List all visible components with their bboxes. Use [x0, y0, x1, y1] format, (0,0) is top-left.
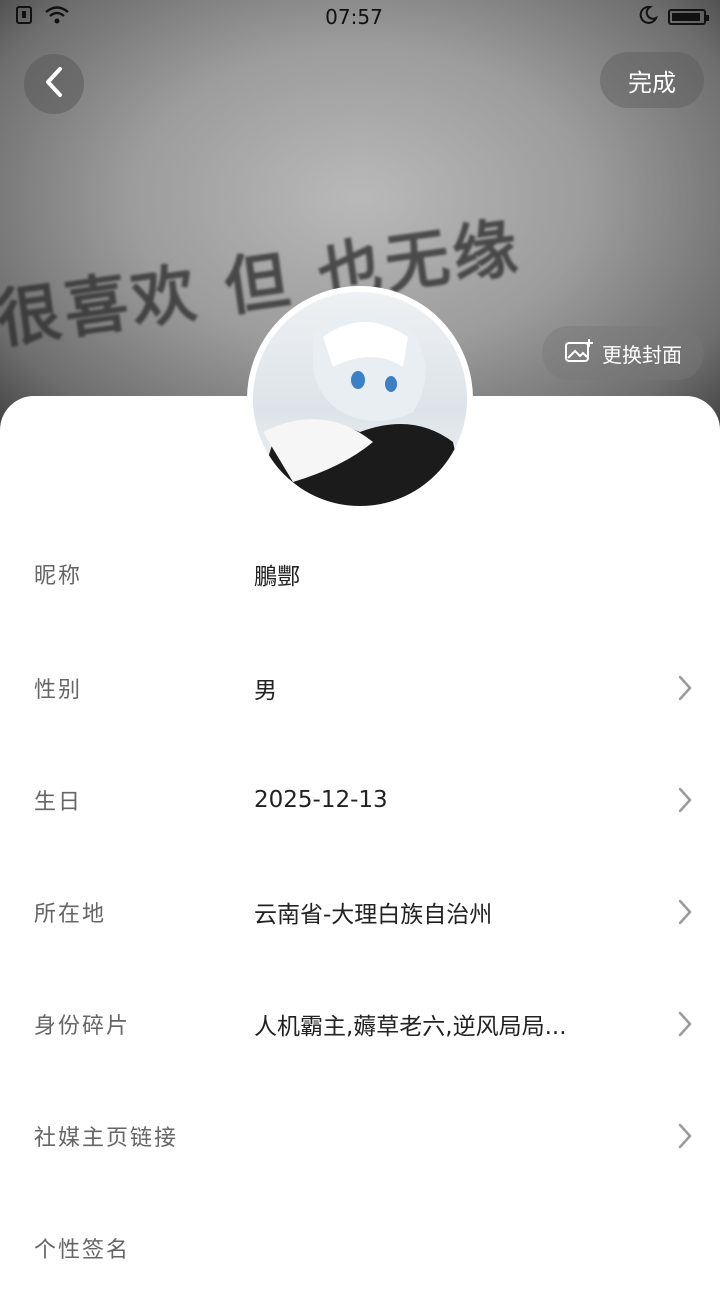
avatar[interactable] — [247, 286, 473, 512]
chevron-right-icon — [650, 898, 720, 926]
row-value: 鵬酆 — [254, 564, 300, 590]
status-bar: 07:57 — [0, 0, 720, 34]
row-label: 性别 — [34, 678, 83, 703]
battery-icon — [667, 9, 709, 25]
chevron-right-icon — [650, 1010, 720, 1038]
profile-row-gender[interactable]: 性别 男 — [0, 632, 720, 744]
profile-row-social-links[interactable]: 社媒主页链接 — [0, 1080, 720, 1192]
row-label: 身份碎片 — [34, 1014, 131, 1039]
done-button[interactable]: 完成 — [600, 52, 704, 108]
avatar-image — [253, 292, 467, 506]
profile-row-location[interactable]: 所在地 云南省-大理白族自治州 — [0, 856, 720, 968]
sim-icon — [14, 5, 34, 30]
profile-row-nickname[interactable]: 昵称 鵬酆 — [0, 518, 720, 630]
row-label: 昵称 — [34, 564, 83, 589]
chevron-right-icon — [650, 1122, 720, 1150]
row-label: 社媒主页链接 — [34, 1126, 179, 1151]
row-value: 人机霸主,薅草老六,逆风局局... — [254, 1014, 567, 1040]
change-cover-label: 更换封面 — [602, 342, 682, 367]
change-cover-button[interactable]: 更换封面 — [542, 326, 704, 380]
moon-icon — [638, 5, 659, 30]
chevron-right-icon — [650, 786, 720, 814]
profile-row-identity-fragments[interactable]: 身份碎片 人机霸主,薅草老六,逆风局局... — [0, 968, 720, 1080]
row-label: 生日 — [34, 790, 83, 815]
row-label: 个性签名 — [34, 1238, 131, 1263]
row-value: 2025-12-13 — [254, 787, 388, 813]
profile-row-birthday[interactable]: 生日 2025-12-13 — [0, 744, 720, 856]
profile-row-signature[interactable]: 个性签名 — [0, 1192, 720, 1304]
status-time: 07:57 — [325, 5, 383, 29]
image-add-icon — [564, 338, 594, 369]
back-button[interactable] — [24, 54, 84, 114]
chevron-left-icon — [41, 66, 67, 102]
row-value: 云南省-大理白族自治州 — [254, 902, 493, 928]
row-label: 所在地 — [34, 902, 107, 927]
chevron-right-icon — [650, 674, 720, 702]
wifi-icon — [44, 5, 70, 30]
row-value: 男 — [254, 678, 277, 704]
